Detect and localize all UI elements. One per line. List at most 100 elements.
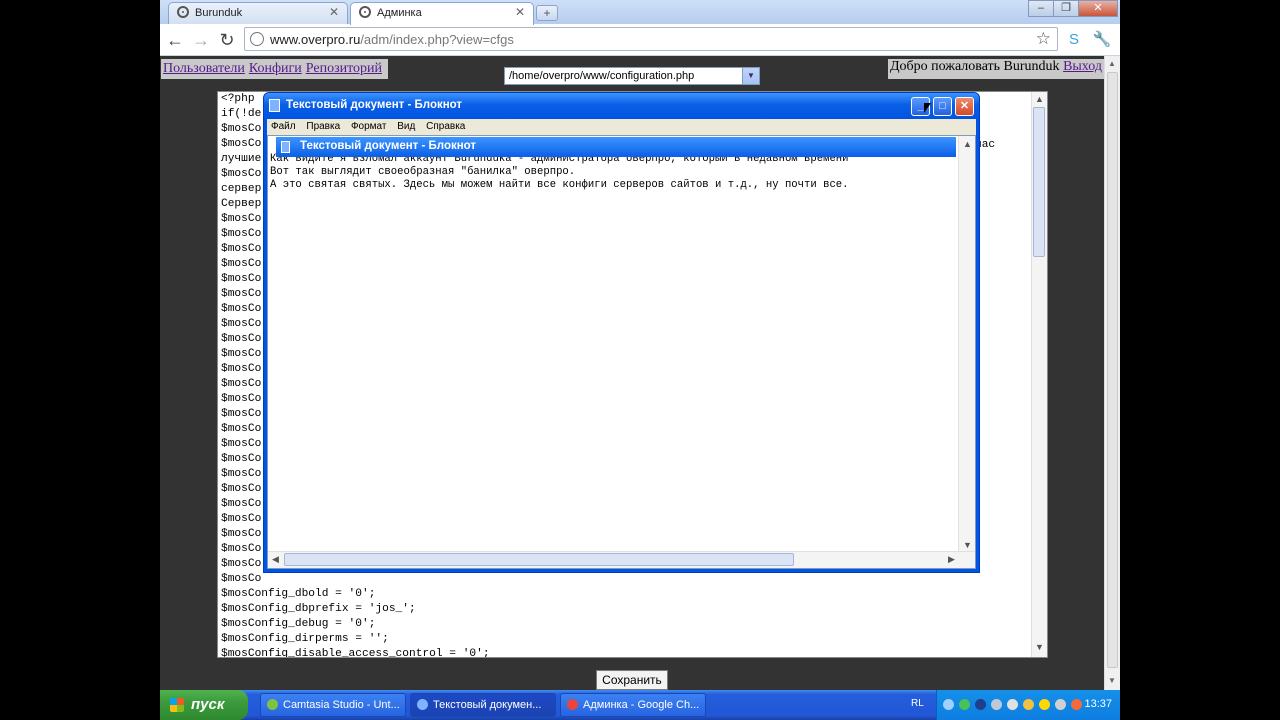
notepad-icon	[417, 699, 428, 710]
editor-line: if(!de	[221, 108, 262, 120]
notepad-hscroll-thumb[interactable]	[284, 553, 794, 566]
browser-close-button[interactable]: ✕	[1078, 0, 1118, 17]
nav-link-configs[interactable]: Конфиги	[249, 61, 302, 76]
editor-line: $mosCo	[221, 468, 262, 480]
tray-app-icon[interactable]	[1023, 699, 1034, 710]
scroll-left-icon[interactable]: ◀	[272, 554, 279, 565]
address-bar[interactable]: www.overpro.ru/adm/index.php?view=cfgs ☆	[244, 27, 1058, 51]
tab-adminka[interactable]: Админка ✕	[350, 2, 534, 25]
taskbar-item-label: Текстовый докумен...	[433, 699, 542, 711]
reload-icon[interactable]: ↻	[216, 29, 238, 51]
editor-line: $mosCo	[221, 573, 262, 585]
editor-line: $mosCo	[221, 243, 262, 255]
welcome-bar: Добро пожаловать Burunduk Выход	[887, 59, 1104, 79]
logout-link[interactable]: Выход	[1063, 59, 1102, 74]
editor-line: Сервер	[221, 198, 262, 210]
notepad-window: Текстовый документ - Блокнот _ □ ✕ Файл …	[263, 92, 980, 573]
menu-edit[interactable]: Правка	[306, 121, 340, 132]
tab-favicon-icon	[359, 6, 371, 18]
tab-close-icon[interactable]: ✕	[515, 5, 525, 19]
nav-link-repository[interactable]: Репозиторий	[306, 61, 382, 76]
editor-line: $mosCo	[221, 228, 262, 240]
wrench-icon[interactable]: 🔧	[1092, 30, 1112, 50]
page-scrollbar[interactable]: ▲ ▼	[1104, 56, 1120, 690]
notepad-horizontal-scrollbar[interactable]: ◀ ▶	[268, 551, 975, 568]
welcome-text: Добро пожаловать Burunduk	[889, 59, 1060, 74]
chevron-down-icon[interactable]: ▼	[742, 68, 759, 84]
browser-toolbar: ← → ↻ www.overpro.ru/adm/index.php?view=…	[160, 24, 1120, 56]
tray-volume-icon[interactable]	[1055, 699, 1066, 710]
editor-line: $mosCo	[221, 558, 262, 570]
url-path: /adm/index.php?view=cfgs	[360, 32, 514, 47]
scroll-down-icon[interactable]: ▼	[1108, 676, 1116, 685]
save-button[interactable]: Сохранить	[596, 670, 668, 690]
editor-line: $mosCo	[221, 408, 262, 420]
taskbar-tooltip-overlay: Текстовый документ - Блокнот	[276, 137, 956, 157]
notepad-icon	[281, 141, 290, 153]
language-indicator[interactable]: RL	[911, 698, 924, 709]
taskbar-item-camtasia[interactable]: Camtasia Studio - Unt...	[260, 693, 406, 717]
skype-icon[interactable]: S	[1064, 30, 1084, 50]
bookmark-star-icon[interactable]: ☆	[1036, 29, 1051, 49]
back-icon[interactable]: ←	[164, 29, 186, 51]
notepad-text-area[interactable]: Как видите я взломал аккаунт Burunduka -…	[267, 135, 976, 569]
editor-line: $mosConfig_disable_access_control = '0';	[221, 648, 490, 658]
notepad-titlebar[interactable]: Текстовый документ - Блокнот _ □ ✕	[264, 93, 979, 119]
editor-line: $mosCo	[221, 303, 262, 315]
maximize-button[interactable]: □	[933, 97, 952, 116]
url-text: www.overpro.ru/adm/index.php?view=cfgs	[270, 32, 514, 47]
browser-minimize-button[interactable]: –	[1028, 0, 1054, 17]
globe-icon	[250, 32, 264, 46]
editor-scroll-thumb[interactable]	[1033, 107, 1045, 257]
page-scroll-thumb[interactable]	[1107, 72, 1118, 668]
tray-app-icon[interactable]	[1071, 699, 1082, 710]
menu-help[interactable]: Справка	[426, 121, 465, 132]
mouse-cursor-icon	[924, 103, 931, 113]
scroll-down-icon[interactable]: ▼	[963, 540, 972, 550]
tray-app-icon[interactable]	[959, 699, 970, 710]
editor-line: $mosConfig_dbprefix = 'jos_';	[221, 603, 416, 615]
taskbar-item-chrome[interactable]: Админка - Google Ch...	[560, 693, 706, 717]
editor-line: $mosCo	[221, 453, 262, 465]
start-label: пуск	[191, 696, 225, 713]
menu-view[interactable]: Вид	[397, 121, 415, 132]
tray-app-icon[interactable]	[1007, 699, 1018, 710]
editor-line: $mosCo	[221, 498, 262, 510]
nav-link-users[interactable]: Пользователи	[163, 61, 245, 76]
tray-warning-icon[interactable]	[1039, 699, 1050, 710]
notepad-line: А это святая святых. Здесь мы можем найт…	[270, 179, 849, 191]
editor-line: $mosCo	[221, 543, 262, 555]
editor-line: $mosCo	[221, 168, 262, 180]
start-button[interactable]: пуск	[160, 690, 248, 720]
taskbar-item-notepad[interactable]: Текстовый докумен...	[410, 693, 556, 717]
tab-close-icon[interactable]: ✕	[329, 5, 339, 19]
scroll-right-icon[interactable]: ▶	[948, 554, 955, 565]
editor-line: $mosCo	[221, 363, 262, 375]
editor-line: $mosCo	[221, 258, 262, 270]
taskbar-item-label: Camtasia Studio - Unt...	[283, 699, 400, 711]
editor-line: $mosCo	[221, 378, 262, 390]
tray-app-icon[interactable]	[991, 699, 1002, 710]
scroll-up-icon[interactable]: ▲	[963, 139, 972, 149]
windows-taskbar: пуск Camtasia Studio - Unt... Текстовый …	[160, 690, 1120, 720]
url-host: www.overpro.ru	[270, 32, 361, 47]
new-tab-button[interactable]: +	[536, 5, 558, 21]
scroll-up-icon[interactable]: ▲	[1035, 94, 1044, 104]
editor-line: $mosCo	[221, 528, 262, 540]
notepad-line: Вот так выглядит своеобразная "банилка" …	[270, 166, 576, 178]
close-button[interactable]: ✕	[955, 97, 974, 116]
browser-restore-button[interactable]: ❐	[1053, 0, 1079, 17]
tab-burunduk[interactable]: Burunduk ✕	[168, 2, 348, 24]
screen: Burunduk ✕ Админка ✕ + – ❐ ✕ ← → ↻ www.o…	[160, 0, 1120, 720]
tray-back-icon[interactable]	[943, 699, 954, 710]
notepad-vertical-scrollbar[interactable]: ▲ ▼	[958, 136, 975, 554]
editor-scrollbar[interactable]: ▲ ▼	[1031, 92, 1047, 657]
scroll-down-icon[interactable]: ▼	[1035, 642, 1044, 652]
taskbar-item-label: Админка - Google Ch...	[583, 699, 700, 711]
forward-icon[interactable]: →	[190, 29, 212, 51]
scroll-up-icon[interactable]: ▲	[1108, 59, 1116, 68]
config-file-select[interactable]: /home/overpro/www/configuration.php ▼	[504, 67, 760, 85]
menu-file[interactable]: Файл	[271, 121, 296, 132]
tray-app-icon[interactable]	[975, 699, 986, 710]
menu-format[interactable]: Формат	[351, 121, 387, 132]
